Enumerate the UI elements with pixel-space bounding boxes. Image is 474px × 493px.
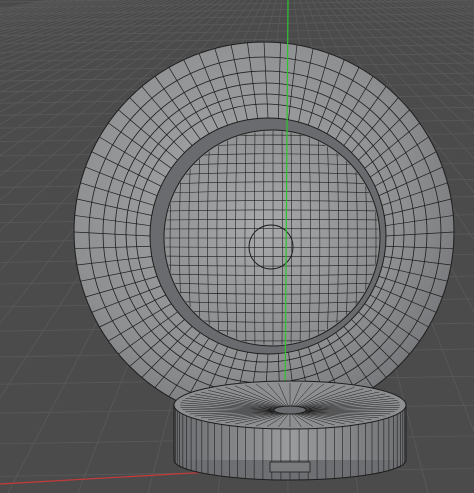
stand-base-mesh[interactable] [173,380,407,481]
viewport-canvas[interactable] [0,0,474,493]
dish-mesh[interactable] [73,41,455,423]
3d-viewport[interactable] [0,0,474,493]
